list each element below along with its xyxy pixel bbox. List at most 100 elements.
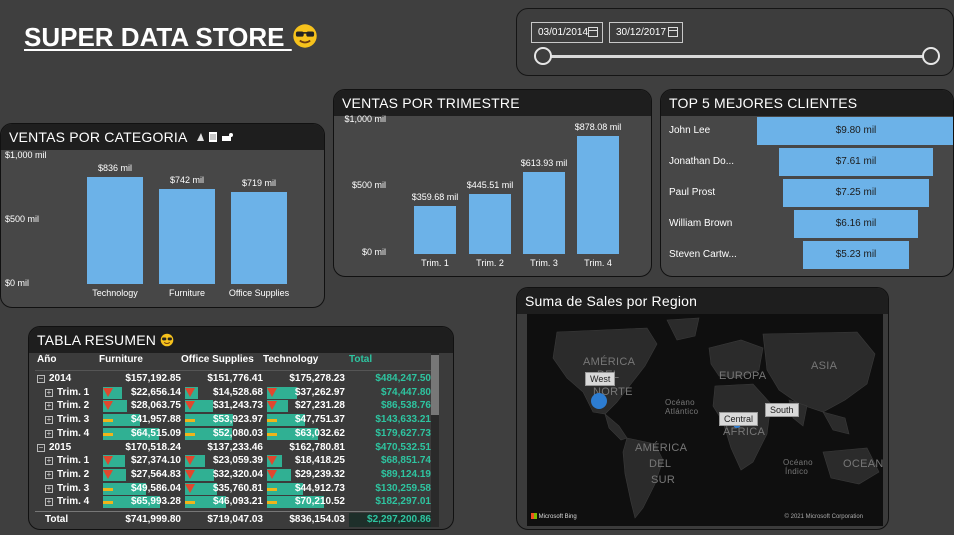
total-divider [35, 511, 435, 512]
client-bar[interactable]: $6.16 mil [793, 210, 919, 238]
x-tick-label: Office Supplies [228, 288, 290, 298]
sunglasses-emoji-icon [293, 24, 317, 48]
y-tick-label: $500 mil [351, 180, 386, 190]
expand-toggle-icon[interactable]: + [45, 457, 53, 466]
table-cell-total: $130,259.58 [375, 482, 431, 494]
slider-end-handle[interactable] [922, 47, 940, 65]
table-cell: $47,751.37 [294, 414, 345, 426]
bar[interactable] [414, 205, 456, 254]
column-header[interactable]: Total [349, 353, 439, 367]
table-title: TABLA RESUMEN [29, 327, 453, 353]
ventas-trimestre-chart[interactable]: VENTAS POR TRIMESTRE $1,000 mil $500 mil $… [333, 89, 652, 277]
table-cell: $22,656.14 [130, 386, 181, 398]
y-tick-label: $0 mil [361, 247, 386, 257]
client-name: Jonathan Do... [669, 156, 735, 167]
bar[interactable] [87, 176, 143, 284]
table-quarter-row[interactable]: + Trim. 1 $22,656.14 $14,528.68 $37,262.97 $7… [35, 386, 435, 400]
sales-region-map[interactable]: Suma de Sales por Region AMÉRICA NORTE E… [516, 287, 889, 530]
ventas-categoria-chart[interactable]: VENTAS POR CATEGORIA $1,000 mil $500 mil $… [0, 123, 325, 308]
map-label: SUR [651, 474, 676, 486]
table-cell: $14,528.68 [212, 386, 263, 398]
tabla-resumen[interactable]: TABLA RESUMEN Año Furniture Office Supplie… [28, 326, 454, 530]
table-cell: $162,780.81 [289, 441, 345, 453]
calendar-icon[interactable] [668, 27, 678, 37]
table-cell-total: $74,447.80 [380, 386, 431, 398]
slider-start-handle[interactable] [534, 47, 552, 65]
column-header[interactable]: Office Supplies [181, 353, 271, 367]
data-label: $719 mil [241, 177, 277, 188]
row-label: 2015 [49, 441, 72, 453]
table-cell: $64,515.09 [130, 427, 181, 439]
map-label: ÁFRICA [723, 426, 766, 438]
column-header[interactable]: Technology [263, 353, 353, 367]
x-tick-label: Trim. 1 [421, 258, 449, 268]
table-quarter-row[interactable]: + Trim. 4 $64,515.09 $52,080.03 $63,032.62 $1… [35, 427, 435, 441]
end-date-input[interactable]: 30/12/2017 [609, 22, 683, 43]
table-cell: $27,374.10 [130, 455, 181, 467]
expand-toggle-icon[interactable]: + [45, 470, 53, 479]
date-slider-track[interactable] [543, 55, 931, 58]
x-tick-label: Trim. 4 [584, 258, 612, 268]
map-title: Suma de Sales por Region [517, 288, 888, 314]
data-label: $445.51 mil [466, 180, 514, 191]
table-cell: $151,776.41 [207, 373, 263, 384]
table-cell: $35,760.81 [212, 482, 263, 494]
map-label: EUROPA [719, 370, 767, 382]
bar[interactable] [577, 136, 619, 254]
table-quarter-row[interactable]: + Trim. 4 $65,993.28 $46,093.21 $70,210.52 $1… [35, 495, 435, 509]
table-cell-total: $143,633.21 [375, 414, 431, 426]
map-label: ASIA [811, 360, 838, 372]
start-date-input[interactable]: 03/01/2014 [531, 22, 603, 43]
client-name: Steven Cartw... [669, 249, 737, 260]
table-cell: $70,210.52 [294, 496, 345, 508]
table-cell: $49,586.04 [130, 482, 181, 494]
map-label: DEL [649, 458, 672, 470]
table-cell: $175,278.23 [289, 373, 345, 384]
table-quarter-row[interactable]: + Trim. 2 $27,564.83 $32,320.04 $29,239.32 $8… [35, 468, 435, 482]
bar[interactable] [469, 194, 511, 254]
expand-toggle-icon[interactable]: + [45, 484, 53, 493]
table-quarter-row[interactable]: + Trim. 2 $28,063.75 $31,243.73 $27,231.28 $8… [35, 399, 435, 413]
table-scrollbar[interactable] [431, 353, 439, 527]
bar[interactable] [523, 171, 565, 254]
table-cell-total: $470,532.51 [375, 441, 431, 453]
expand-toggle-icon[interactable]: + [45, 402, 53, 411]
table-cell: $29,239.32 [294, 468, 345, 480]
expand-toggle-icon[interactable]: − [37, 375, 45, 383]
map-label: AMÉRICA [635, 442, 688, 454]
client-bar[interactable]: $5.23 mil [803, 241, 909, 269]
expand-toggle-icon[interactable]: + [45, 388, 53, 397]
expand-toggle-icon[interactable]: − [37, 443, 45, 452]
date-range-slicer: 03/01/2014 30/12/2017 [516, 8, 954, 76]
client-bar[interactable]: $9.80 mil [757, 117, 953, 145]
table-quarter-row[interactable]: + Trim. 1 $27,374.10 $23,059.39 $18,418.25 $6… [35, 454, 435, 468]
client-bar[interactable]: $7.61 mil [779, 148, 933, 176]
table-cell: $23,059.39 [212, 455, 263, 467]
column-header[interactable]: Furniture [99, 353, 189, 367]
table-quarter-row[interactable]: + Trim. 3 $41,957.88 $53,923.97 $47,751.37 $1… [35, 413, 435, 427]
table-year-row[interactable]: −2014 $157,192.85 $151,776.41 $175,278.23 $4… [35, 372, 435, 386]
map-canvas[interactable]: AMÉRICA DEL NORTE EUROPA ASIA ÁFRICA AMÉ… [527, 314, 883, 526]
top5-clientes-chart[interactable]: TOP 5 MEJORES CLIENTES John Lee $9.80 mil… [660, 89, 954, 277]
table-cell-total: $89,124.19 [380, 468, 431, 480]
x-tick-label: Trim. 3 [530, 258, 558, 268]
client-bar[interactable]: $7.25 mil [782, 179, 930, 207]
table-cell: $65,993.28 [130, 496, 181, 508]
row-label: Total [45, 514, 69, 525]
expand-toggle-icon[interactable]: + [45, 429, 53, 438]
chart-title: VENTAS POR TRIMESTRE [334, 90, 651, 116]
table-year-row[interactable]: −2015 $170,518.24 $137,233.46 $162,780.81 $4… [35, 441, 435, 455]
table-quarter-row[interactable]: + Trim. 3 $49,586.04 $35,760.81 $44,912.73 $1… [35, 482, 435, 496]
bar[interactable] [231, 191, 287, 284]
map-attribution: © 2021 Microsoft Corporation [784, 514, 863, 520]
map-label: OCEAN [843, 458, 884, 470]
data-label: $742 mil [169, 175, 205, 186]
client-name: Paul Prost [669, 187, 716, 198]
west-region-bubble[interactable] [591, 393, 607, 409]
bar[interactable] [159, 189, 215, 284]
table-cell-total: $484,247.50 [375, 373, 431, 384]
expand-toggle-icon[interactable]: + [45, 498, 53, 507]
expand-toggle-icon[interactable]: + [45, 416, 53, 425]
summary-table[interactable]: Año Furniture Office Supplies Technology Tot… [35, 353, 445, 529]
calendar-icon[interactable] [588, 27, 598, 37]
